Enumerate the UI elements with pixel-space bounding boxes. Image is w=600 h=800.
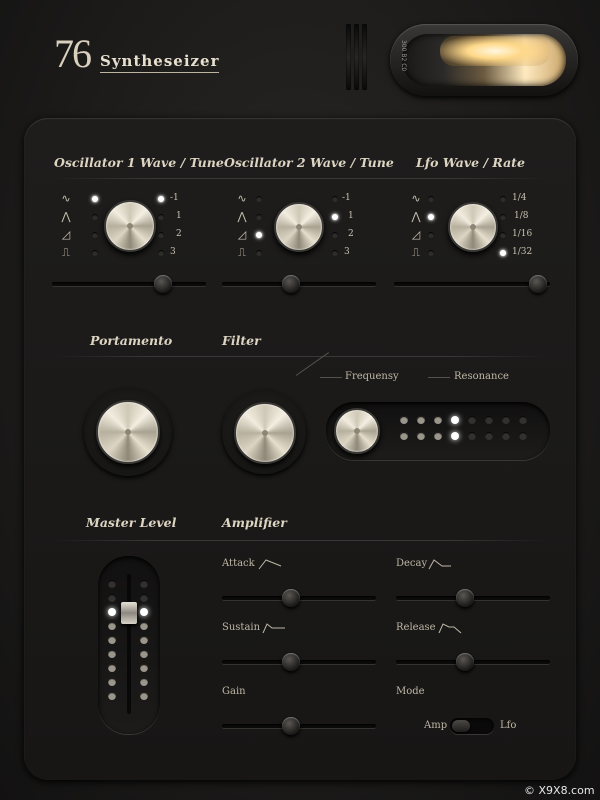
sine-wave-icon: ∿	[411, 192, 421, 205]
osc2-tune-led-1	[332, 196, 338, 202]
osc2-wave-knob[interactable]	[274, 202, 324, 252]
osc1-tune-label-1: -1	[170, 193, 179, 203]
lfo-rate-led-3	[500, 232, 506, 238]
osc1-slider-thumb[interactable]	[153, 275, 172, 293]
osc1-wave-led-2	[92, 214, 98, 220]
lfo-controls: ∿ ⋀ ◿ ⎍ 1/4 1/8 1/16 1/32	[410, 192, 550, 264]
release-envelope-icon	[438, 623, 462, 634]
decay-label: Decay	[396, 558, 428, 569]
lfo-slider-thumb[interactable]	[528, 275, 547, 293]
lfo-rate-label-4: 1/32	[512, 247, 533, 257]
osc2-tune-label-3: 2	[348, 229, 354, 239]
resonance-led-grid	[400, 416, 540, 446]
master-level-title: Master Level	[86, 515, 177, 530]
osc1-title: Oscillator 1 Wave / Tune	[54, 155, 224, 170]
lfo-rate-led-1	[500, 196, 506, 202]
lfo-rate-led-2	[500, 214, 506, 220]
watermark: © X9X8.com	[524, 784, 595, 797]
frequency-knob[interactable]	[234, 402, 296, 464]
lfo-wave-knob[interactable]	[448, 202, 498, 252]
sine-wave-icon: ∿	[61, 192, 71, 205]
amplifier-title: Amplifier	[222, 515, 287, 530]
frequency-knob-ring	[222, 390, 306, 474]
master-level-panel	[98, 556, 160, 734]
lfo-rate-label-1: 1/4	[512, 193, 527, 203]
filter-title: Filter	[222, 333, 261, 348]
lfo-wave-led-4	[428, 250, 434, 256]
osc1-tune-label-2: 1	[176, 211, 182, 221]
master-fader-handle[interactable]	[121, 602, 137, 624]
mode-amp-label: Amp	[424, 720, 448, 731]
logo-number: 76	[54, 31, 92, 76]
osc1-tune-led-1	[158, 196, 164, 202]
osc1-wave-knob[interactable]	[104, 200, 156, 252]
triangle-wave-icon: ⋀	[237, 210, 247, 223]
lfo-rate-label-3: 1/16	[512, 229, 533, 239]
attack-envelope-icon	[258, 559, 282, 570]
lfo-rate-label-2: 1/8	[514, 211, 529, 221]
attack-label: Attack	[222, 558, 255, 569]
sustain-envelope-icon	[262, 623, 285, 634]
lfo-wave-led-2	[428, 214, 434, 220]
osc2-tune-label-2: 1	[348, 211, 354, 221]
osc1-tune-led-2	[158, 214, 164, 220]
osc2-title: Oscillator 2 Wave / Tune	[224, 155, 394, 170]
tube-label: 300 B2 C0	[400, 40, 407, 72]
lfo-title: Lfo Wave / Rate	[416, 155, 525, 170]
osc2-tune-led-3	[332, 232, 338, 238]
gain-label: Gain	[222, 686, 246, 697]
osc1-tune-led-3	[158, 232, 164, 238]
logo-name: Syntheseizer	[100, 52, 220, 73]
triangle-wave-icon: ⋀	[411, 210, 421, 223]
osc2-wave-led-4	[256, 250, 262, 256]
osc2-tune-led-4	[332, 250, 338, 256]
square-wave-icon: ⎍	[238, 246, 246, 259]
osc1-controls: ∿ ⋀ ◿ ⎍ -1 1 2 3	[60, 192, 190, 264]
frequency-label: Frequensy	[345, 371, 399, 382]
osc2-wave-led-3	[256, 232, 262, 238]
osc2-tune-label-1: -1	[342, 193, 351, 203]
osc2-tune-label-4: 3	[344, 247, 350, 257]
resonance-panel	[326, 402, 550, 460]
sawtooth-wave-icon: ◿	[411, 228, 421, 241]
osc1-tune-label-3: 2	[176, 229, 182, 239]
osc1-slider-track[interactable]	[52, 282, 206, 286]
lfo-wave-led-1	[428, 196, 434, 202]
lfo-slider-track[interactable]	[394, 282, 550, 286]
resonance-knob[interactable]	[334, 408, 380, 454]
release-label: Release	[396, 622, 436, 633]
mode-lfo-label: Lfo	[500, 720, 517, 731]
osc2-controls: ∿ ⋀ ◿ ⎍ -1 1 2 3	[236, 192, 366, 264]
decay-envelope-icon	[428, 559, 451, 570]
vacuum-tube-display: 300 B2 C0	[390, 24, 578, 96]
sine-wave-icon: ∿	[237, 192, 247, 205]
master-fader-track[interactable]	[127, 574, 131, 714]
osc2-tune-led-2	[332, 214, 338, 220]
tube-glow	[440, 36, 550, 66]
sustain-label: Sustain	[222, 622, 261, 633]
lfo-wave-led-3	[428, 232, 434, 238]
osc1-tune-label-4: 3	[170, 247, 176, 257]
mode-label: Mode	[396, 686, 425, 697]
osc1-wave-led-3	[92, 232, 98, 238]
sawtooth-wave-icon: ◿	[237, 228, 247, 241]
osc1-wave-led-4	[92, 250, 98, 256]
mode-toggle[interactable]	[450, 718, 494, 734]
resonance-label: Resonance	[454, 371, 509, 382]
mode-toggle-knob[interactable]	[452, 720, 470, 732]
osc1-tune-led-4	[158, 250, 164, 256]
osc1-wave-led-1	[92, 196, 98, 202]
osc2-wave-led-2	[256, 214, 262, 220]
sawtooth-wave-icon: ◿	[61, 228, 71, 241]
portamento-knob[interactable]	[96, 400, 160, 464]
lfo-rate-led-4	[500, 250, 506, 256]
vent-grille	[346, 24, 368, 90]
triangle-wave-icon: ⋀	[61, 210, 71, 223]
square-wave-icon: ⎍	[62, 246, 70, 259]
portamento-title: Portamento	[90, 333, 173, 348]
square-wave-icon: ⎍	[412, 246, 420, 259]
osc2-wave-led-1	[256, 196, 262, 202]
portamento-knob-ring	[84, 388, 172, 476]
